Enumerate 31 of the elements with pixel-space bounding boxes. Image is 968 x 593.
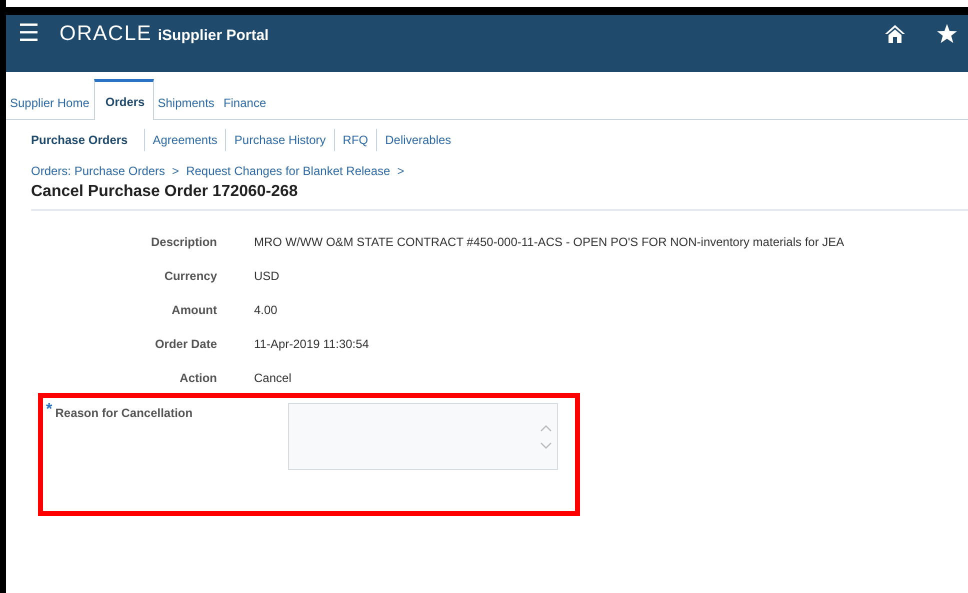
field-label: Reason for Cancellation [55,406,193,420]
nav-tab[interactable]: Supplier Home [6,82,94,119]
product-name: iSupplier Portal [158,27,269,44]
breadcrumb-separator: > [171,164,180,178]
subtab-link[interactable]: Purchase Orders [31,133,144,147]
nav-tab[interactable]: Finance [219,82,272,119]
brand-logo: ORACLE [60,22,152,46]
field-label: Description [150,235,217,250]
field-label: Order Date [154,337,217,352]
breadcrumb-link[interactable]: Request Changes for Blanket Release [186,164,390,178]
field-value: MRO W/WW O&M STATE CONTRACT #450-000-11-ACS - OPEN PO'S FOR NON-inventory materials for JEA [254,235,846,250]
field-value: Cancel [254,371,292,386]
breadcrumb-separator: > [396,164,406,178]
field-label: Currency [163,269,217,284]
field-value: 11-Apr-2019 11:30:54 [254,337,370,352]
nav-tab[interactable]: Orders [94,79,154,120]
required-mark: * [46,403,52,417]
nav-tab[interactable]: Shipments [154,82,220,119]
star-icon[interactable] [936,23,958,45]
field-value: 4.00 [254,303,278,318]
breadcrumb-link[interactable]: Orders: Purchase Orders [31,164,166,178]
field-value: USD [254,269,280,284]
subtab-link[interactable]: Deliverables [377,133,460,147]
menu-button[interactable]: ☰ [18,21,40,45]
subtab-link[interactable]: RFQ [334,133,376,147]
subtab-link[interactable]: Agreements [144,133,226,147]
page-title: Cancel Purchase Order 172060-268 [31,178,968,211]
field-label: Amount [170,303,217,318]
field-label: Action [178,371,217,386]
subtab-link[interactable]: Purchase History [226,133,334,147]
home-icon[interactable] [884,23,906,45]
